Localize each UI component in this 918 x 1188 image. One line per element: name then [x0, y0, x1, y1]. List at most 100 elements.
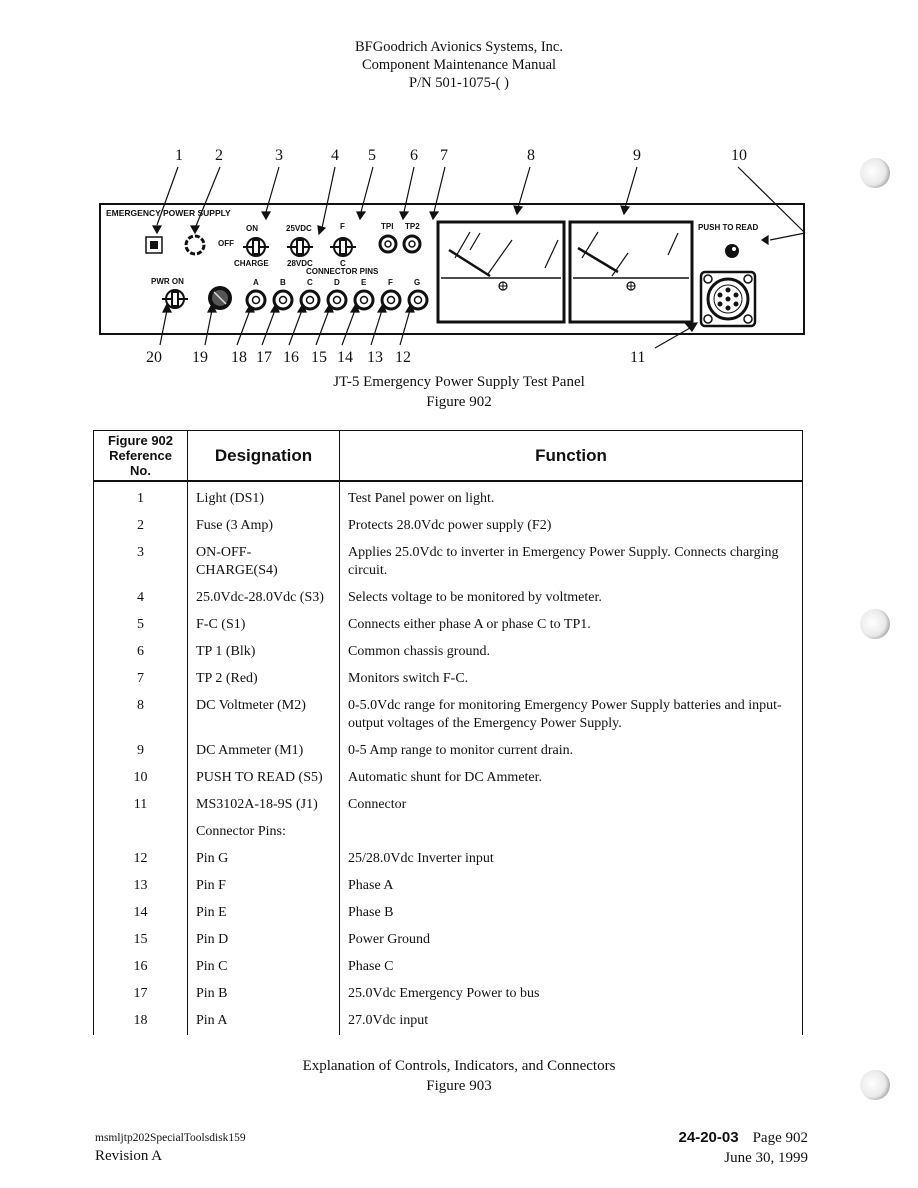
panel-drawing: EMERGENCY POWER SUPPLY ON OFF CHARGE 25V… — [99, 166, 806, 349]
cell-designation: Pin E — [187, 900, 340, 927]
cell-function: Test Panel power on light. — [339, 481, 803, 513]
figure-902-title: JT-5 Emergency Power Supply Test Panel — [333, 374, 585, 390]
cell-designation: Pin G — [187, 846, 340, 873]
cell-designation: Connector Pins: — [187, 819, 340, 846]
figure-903-caption: Explanation of Controls, Indicators, and… — [0, 1056, 918, 1096]
cell-function — [339, 819, 803, 846]
part-number: P/N 501-1075-( ) — [409, 75, 509, 91]
label-off: OFF — [218, 239, 234, 248]
cell-designation: TP 1 (Blk) — [187, 639, 340, 666]
cell-designation: Light (DS1) — [187, 481, 340, 513]
label-on: ON — [246, 224, 258, 233]
dc-ammeter-icon — [568, 220, 694, 324]
table-row: 4 25.0Vdc-28.0Vdc (S3) Selects voltage to … — [93, 585, 803, 612]
pin-label-b: B — [280, 278, 286, 287]
cell-designation: MS3102A-18-9S (J1) — [187, 792, 340, 819]
cell-function: Applies 25.0Vdc to inverter in Emergency… — [339, 540, 803, 585]
table-row: 12 Pin G 25/28.0Vdc Inverter input — [93, 846, 803, 873]
table-row: 9 DC Ammeter (M1) 0-5 Amp range to monitor… — [93, 738, 803, 765]
cell-designation: TP 2 (Red) — [187, 666, 340, 693]
table-row: 1 Light (DS1) Test Panel power on light. — [93, 481, 803, 513]
ata-number: 24-20-03 — [678, 1129, 739, 1146]
company-name: BFGoodrich Avionics Systems, Inc. — [355, 39, 563, 55]
panel-title-label: EMERGENCY POWER SUPPLY — [106, 208, 231, 218]
label-25vdc: 25VDC — [286, 224, 312, 233]
label-tp2: TP2 — [405, 222, 420, 231]
table-row: 16 Pin C Phase C — [93, 954, 803, 981]
table-row: 15 Pin D Power Ground — [93, 927, 803, 954]
dc-voltmeter-icon — [436, 220, 566, 324]
pin-label-e: E — [361, 278, 367, 287]
table-row: 18 Pin A 27.0Vdc input — [93, 1008, 803, 1035]
voltage-select-switch-icon — [287, 237, 313, 257]
label-f: F — [340, 222, 345, 231]
page-header: BFGoodrich Avionics Systems, Inc. Compon… — [0, 38, 918, 92]
table-row: 13 Pin F Phase A — [93, 873, 803, 900]
cell-designation: Pin B — [187, 981, 340, 1008]
cell-function: Automatic shunt for DC Ammeter. — [339, 765, 803, 792]
table-body: 1 Light (DS1) Test Panel power on light. 2 F… — [93, 481, 803, 1035]
figure-902-test-panel: 1 2 3 4 5 6 7 8 9 10 20 19 18 17 16 15 1… — [0, 140, 918, 370]
cell-function: Monitors switch F-C. — [339, 666, 803, 693]
table-row: 11 MS3102A-18-9S (J1) Connector — [93, 792, 803, 819]
cell-ref: 4 — [93, 585, 188, 612]
cell-designation: PUSH TO READ (S5) — [187, 765, 340, 792]
cell-ref: 18 — [93, 1008, 188, 1035]
cell-designation: 25.0Vdc-28.0Vdc (S3) — [187, 585, 340, 612]
table-row: 5 F-C (S1) Connects either phase A or phas… — [93, 612, 803, 639]
cell-designation: DC Voltmeter (M2) — [187, 693, 340, 738]
cell-ref: 14 — [93, 900, 188, 927]
cell-ref: 17 — [93, 981, 188, 1008]
f-c-switch-icon — [330, 237, 356, 257]
cell-function: 25/28.0Vdc Inverter input — [339, 846, 803, 873]
cell-function: Phase C — [339, 954, 803, 981]
pin-label-g: G — [414, 278, 420, 287]
footer-left: msmljtp202SpecialToolsdisk159 Revision A — [95, 1131, 246, 1167]
table-row: 8 DC Voltmeter (M2) 0-5.0Vdc range for mon… — [93, 693, 803, 738]
cell-designation: Pin A — [187, 1008, 340, 1035]
table-row: 7 TP 2 (Red) Monitors switch F-C. — [93, 666, 803, 693]
page-number: Page 902 — [752, 1130, 808, 1146]
label-charge: CHARGE — [234, 259, 269, 268]
label-pwr-on: PWR ON — [151, 277, 184, 286]
table-row: 17 Pin B 25.0Vdc Emergency Power to bus — [93, 981, 803, 1008]
cell-ref: 1 — [93, 481, 188, 513]
table-row: 2 Fuse (3 Amp) Protects 28.0Vdc power supp… — [93, 513, 803, 540]
binder-hole-icon — [860, 609, 890, 639]
cell-ref: 11 — [93, 792, 188, 819]
cell-function: 0-5 Amp range to monitor current drain. — [339, 738, 803, 765]
test-points — [378, 234, 422, 254]
label-push-to-read: PUSH TO READ — [698, 223, 759, 232]
cell-function: Phase B — [339, 900, 803, 927]
header-function: Function — [339, 430, 803, 482]
cell-designation: Pin C — [187, 954, 340, 981]
fuse-holder-icon — [184, 234, 206, 256]
cell-ref: 9 — [93, 738, 188, 765]
cell-function: 0-5.0Vdc range for monitoring Emergency … — [339, 693, 803, 738]
table-header-row: Figure 902 Reference No. Designation Fun… — [93, 430, 803, 482]
table-row: Connector Pins: — [93, 819, 803, 846]
figure-903-title: Explanation of Controls, Indicators, and… — [302, 1058, 616, 1074]
manual-title: Component Maintenance Manual — [361, 57, 557, 73]
header-designation: Designation — [187, 430, 340, 482]
pin-label-d: D — [334, 278, 340, 287]
footer-right: 24-20-03 Page 902 June 30, 1999 — [679, 1128, 808, 1168]
fuse-knob-icon — [208, 286, 232, 310]
on-off-charge-switch-icon — [243, 237, 269, 257]
revision-date: June 30, 1999 — [724, 1150, 808, 1166]
cell-designation: Fuse (3 Amp) — [187, 513, 340, 540]
pin-label-c: C — [307, 278, 313, 287]
cell-ref — [93, 819, 188, 846]
controls-table: Figure 902 Reference No. Designation Fun… — [93, 430, 803, 1035]
figure-903-number: Figure 903 — [426, 1078, 492, 1094]
cell-ref: 6 — [93, 639, 188, 666]
cell-function: Connector — [339, 792, 803, 819]
cell-function: Protects 28.0Vdc power supply (F2) — [339, 513, 803, 540]
power-light-icon — [145, 236, 163, 254]
cell-ref: 2 — [93, 513, 188, 540]
cell-designation: DC Ammeter (M1) — [187, 738, 340, 765]
cell-ref: 10 — [93, 765, 188, 792]
cell-ref: 16 — [93, 954, 188, 981]
label-connector-pins: CONNECTOR PINS — [306, 267, 379, 276]
cell-function: Connects either phase A or phase C to TP… — [339, 612, 803, 639]
